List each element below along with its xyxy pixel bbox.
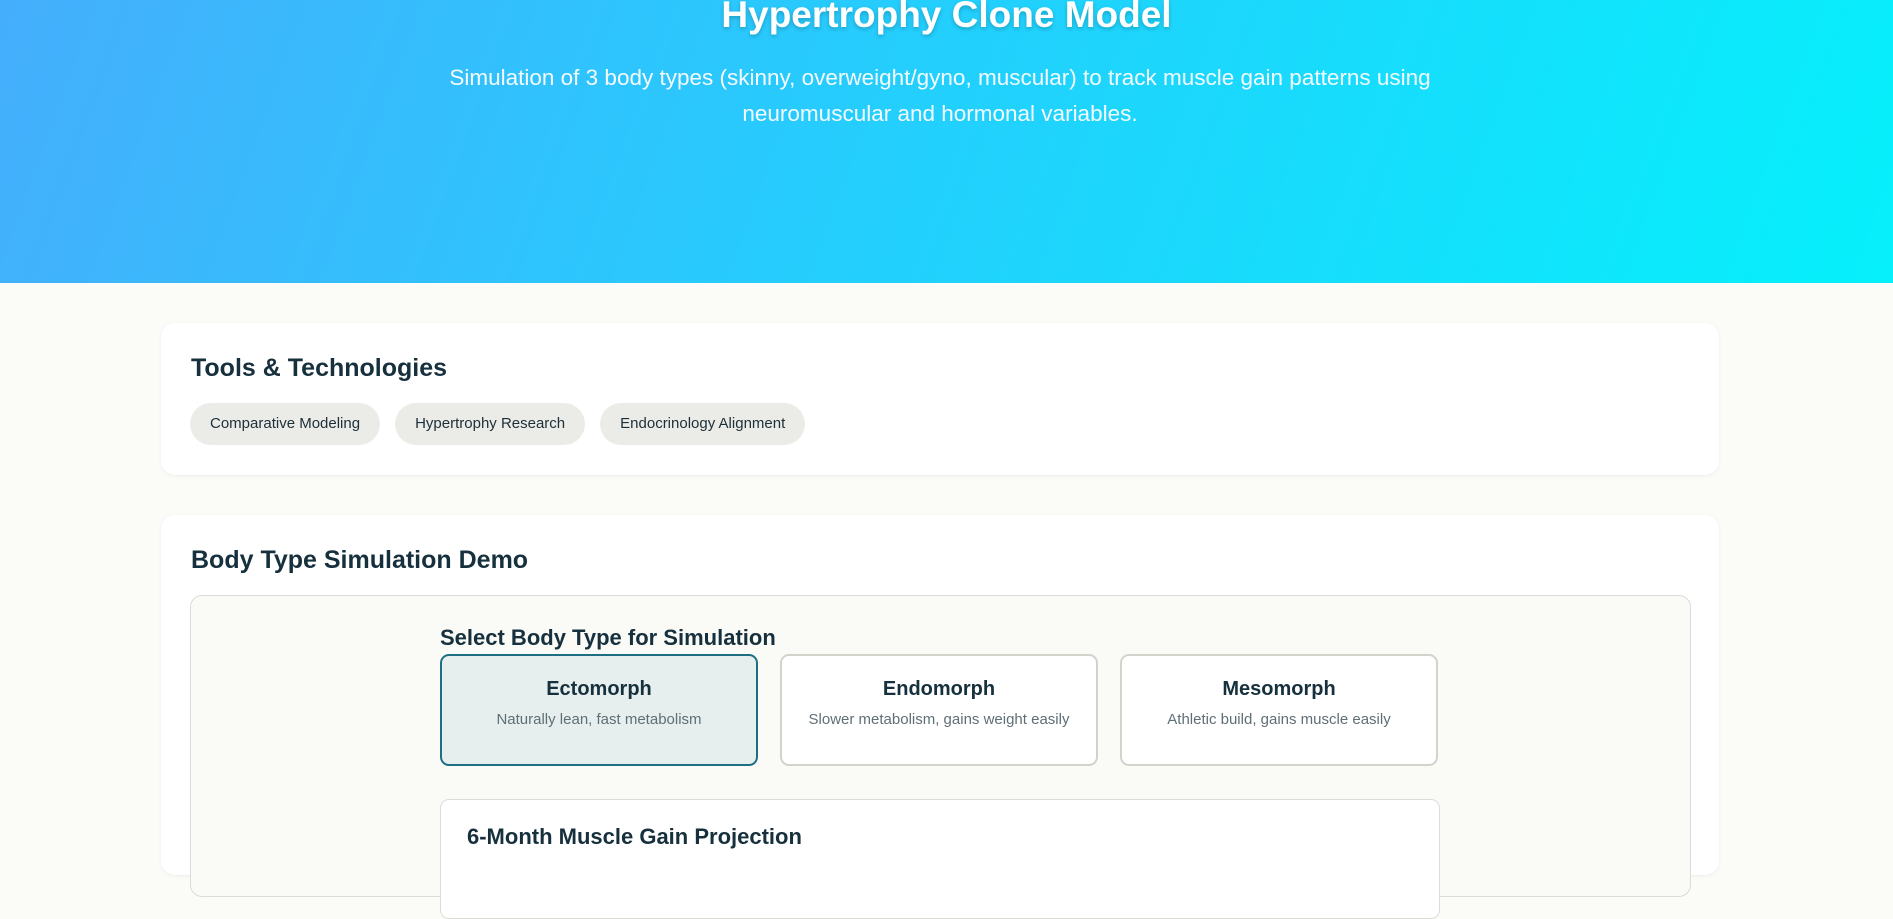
projection-card: 6-Month Muscle Gain Projection xyxy=(440,799,1440,919)
body-type-endomorph-button[interactable]: Endomorph Slower metabolism, gains weigh… xyxy=(780,654,1098,766)
page-subtitle: Simulation of 3 body types (skinny, over… xyxy=(449,65,1431,126)
select-body-type-title: Select Body Type for Simulation xyxy=(440,625,776,650)
hero-banner: Hypertrophy Clone Model Simulation of 3 … xyxy=(0,0,1893,283)
body-type-name: Ectomorph xyxy=(546,678,652,700)
body-type-options: Ectomorph Naturally lean, fast metabolis… xyxy=(440,654,1438,766)
demo-card: Body Type Simulation Demo Select Body Ty… xyxy=(161,515,1719,919)
tools-card: Tools & Technologies Comparative Modelin… xyxy=(161,323,1719,475)
tools-heading: Tools & Technologies xyxy=(191,354,448,382)
demo-heading: Body Type Simulation Demo xyxy=(191,546,529,574)
tools-chip-list: Comparative Modeling Hypertrophy Researc… xyxy=(190,403,806,445)
body-type-name: Endomorph xyxy=(882,678,996,700)
body-type-ectomorph-button[interactable]: Ectomorph Naturally lean, fast metabolis… xyxy=(440,654,758,766)
body-type-description: Athletic build, gains muscle easily xyxy=(1167,711,1391,728)
projection-title: 6-Month Muscle Gain Projection xyxy=(467,824,802,849)
tool-chip-comparative-modeling: Comparative Modeling xyxy=(190,403,381,445)
page-title: Hypertrophy Clone Model xyxy=(721,0,1172,35)
tool-chip-endocrinology-alignment: Endocrinology Alignment xyxy=(600,403,806,445)
simulation-panel: Select Body Type for Simulation Ectomorp… xyxy=(190,595,1691,919)
body-type-description: Naturally lean, fast metabolism xyxy=(496,711,702,728)
body-type-name: Mesomorph xyxy=(1222,678,1336,700)
tool-chip-hypertrophy-research: Hypertrophy Research xyxy=(395,403,586,445)
body-type-description: Slower metabolism, gains weight easily xyxy=(808,711,1070,728)
body-type-mesomorph-button[interactable]: Mesomorph Athletic build, gains muscle e… xyxy=(1120,654,1438,766)
